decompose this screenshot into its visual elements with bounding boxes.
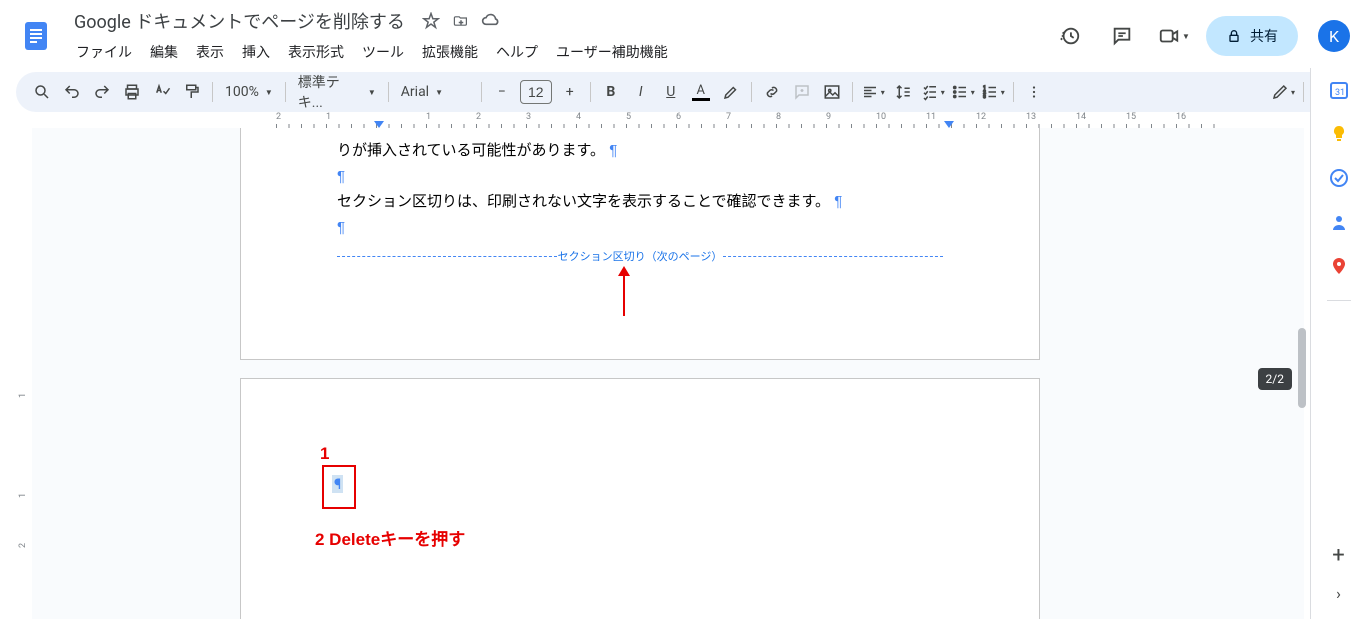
move-icon[interactable]	[451, 11, 471, 31]
cloud-status-icon[interactable]	[481, 11, 501, 31]
vertical-ruler[interactable]: 1 1 2	[16, 128, 32, 619]
menu-file[interactable]: ファイル	[68, 38, 140, 66]
menu-help[interactable]: ヘルプ	[488, 38, 546, 66]
indent-marker[interactable]	[374, 121, 384, 128]
menu-edit[interactable]: 編集	[142, 38, 186, 66]
annotation-label-1: 1	[320, 444, 329, 464]
horizontal-ruler[interactable]: 2 1 1 2 3 4 5 6 7 8 9 10 11 12 13 14 15 …	[16, 112, 1304, 128]
right-margin-marker[interactable]	[944, 121, 954, 128]
print-icon[interactable]	[118, 78, 146, 106]
menu-insert[interactable]: 挿入	[234, 38, 278, 66]
page-badge: 2/2	[1258, 368, 1292, 390]
add-addon-icon[interactable]: +	[1332, 543, 1344, 568]
menubar: ファイル 編集 表示 挿入 表示形式 ツール 拡張機能 ヘルプ ユーザー補助機能	[64, 38, 1050, 66]
style-dropdown[interactable]: 標準テキ...▼	[292, 78, 382, 106]
meet-icon[interactable]: ▼	[1154, 16, 1194, 56]
docs-logo[interactable]	[16, 16, 56, 56]
document-title[interactable]: Google ドキュメントでページを削除する	[68, 6, 411, 36]
share-button[interactable]: 共有	[1206, 16, 1298, 56]
paint-format-icon[interactable]	[178, 78, 206, 106]
selected-pilcrow-icon: ¶	[332, 475, 343, 493]
menu-accessibility[interactable]: ユーザー補助機能	[548, 38, 676, 66]
annotation-label-2: 2 Deleteキーを押す	[315, 525, 465, 550]
toolbar: 100%▼ 標準テキ...▼ Arial▼ − + B I U A ▾ ▾ ▾ …	[16, 72, 1350, 112]
fontsize-input[interactable]	[520, 80, 552, 104]
menu-view[interactable]: 表示	[188, 38, 232, 66]
image-icon[interactable]	[818, 78, 846, 106]
contacts-icon[interactable]	[1329, 212, 1349, 232]
lock-icon	[1226, 28, 1242, 44]
maps-icon[interactable]	[1329, 256, 1349, 276]
scrollbar[interactable]	[1295, 128, 1309, 619]
add-comment-icon[interactable]	[788, 78, 816, 106]
share-label: 共有	[1250, 26, 1278, 46]
side-panel: 31 + ›	[1310, 68, 1366, 619]
paragraph: セクション区切りは、印刷されない文字を表示することで確認できます。 ¶	[337, 189, 943, 215]
search-icon[interactable]	[28, 78, 56, 106]
spellcheck-icon[interactable]	[148, 78, 176, 106]
calendar-icon[interactable]: 31	[1329, 80, 1349, 100]
scrollbar-thumb[interactable]	[1298, 328, 1306, 408]
numbered-list-icon[interactable]: 123▾	[979, 78, 1007, 106]
annotation-box: ¶	[322, 465, 356, 509]
menu-extensions[interactable]: 拡張機能	[414, 38, 486, 66]
fontsize-increase[interactable]: +	[556, 78, 584, 106]
link-icon[interactable]	[758, 78, 786, 106]
more-icon[interactable]	[1020, 78, 1048, 106]
highlight-icon[interactable]	[717, 78, 745, 106]
bold-icon[interactable]: B	[597, 78, 625, 106]
svg-text:3: 3	[983, 94, 986, 100]
menu-format[interactable]: 表示形式	[280, 38, 352, 66]
bulleted-list-icon[interactable]: ▾	[949, 78, 977, 106]
paragraph: りが挿入されている可能性があります。 ¶	[337, 138, 943, 164]
document-page-1[interactable]: りが挿入されている可能性があります。 ¶ ¶ セクション区切りは、印刷されない文…	[240, 128, 1040, 360]
svg-text:31: 31	[1335, 88, 1345, 98]
menu-tools[interactable]: ツール	[354, 38, 412, 66]
avatar[interactable]: K	[1318, 20, 1350, 52]
fontsize-decrease[interactable]: −	[488, 78, 516, 106]
underline-icon[interactable]: U	[657, 78, 685, 106]
hide-sidepanel-icon[interactable]: ›	[1336, 584, 1341, 603]
history-icon[interactable]	[1050, 16, 1090, 56]
keep-icon[interactable]	[1329, 124, 1349, 144]
section-break-indicator: セクション区切り（次のページ）	[337, 248, 943, 264]
tasks-icon[interactable]	[1329, 168, 1349, 188]
pilcrow-icon: ¶	[609, 142, 617, 159]
annotation-arrow	[614, 266, 634, 316]
pilcrow-icon: ¶	[834, 193, 842, 210]
redo-icon[interactable]	[88, 78, 116, 106]
editing-mode-icon[interactable]: ▾	[1269, 78, 1297, 106]
undo-icon[interactable]	[58, 78, 86, 106]
document-page-2[interactable]: 1 ¶ 2 Deleteキーを押す	[240, 378, 1040, 619]
pilcrow-icon: ¶	[337, 168, 345, 185]
zoom-dropdown[interactable]: 100%▼	[219, 78, 279, 106]
checklist-icon[interactable]: ▾	[919, 78, 947, 106]
line-spacing-icon[interactable]	[889, 78, 917, 106]
comments-icon[interactable]	[1102, 16, 1142, 56]
font-dropdown[interactable]: Arial▼	[395, 78, 475, 106]
italic-icon[interactable]: I	[627, 78, 655, 106]
text-color-icon[interactable]: A	[687, 78, 715, 106]
star-icon[interactable]	[421, 11, 441, 31]
align-icon[interactable]: ▾	[859, 78, 887, 106]
pilcrow-icon: ¶	[337, 219, 345, 236]
